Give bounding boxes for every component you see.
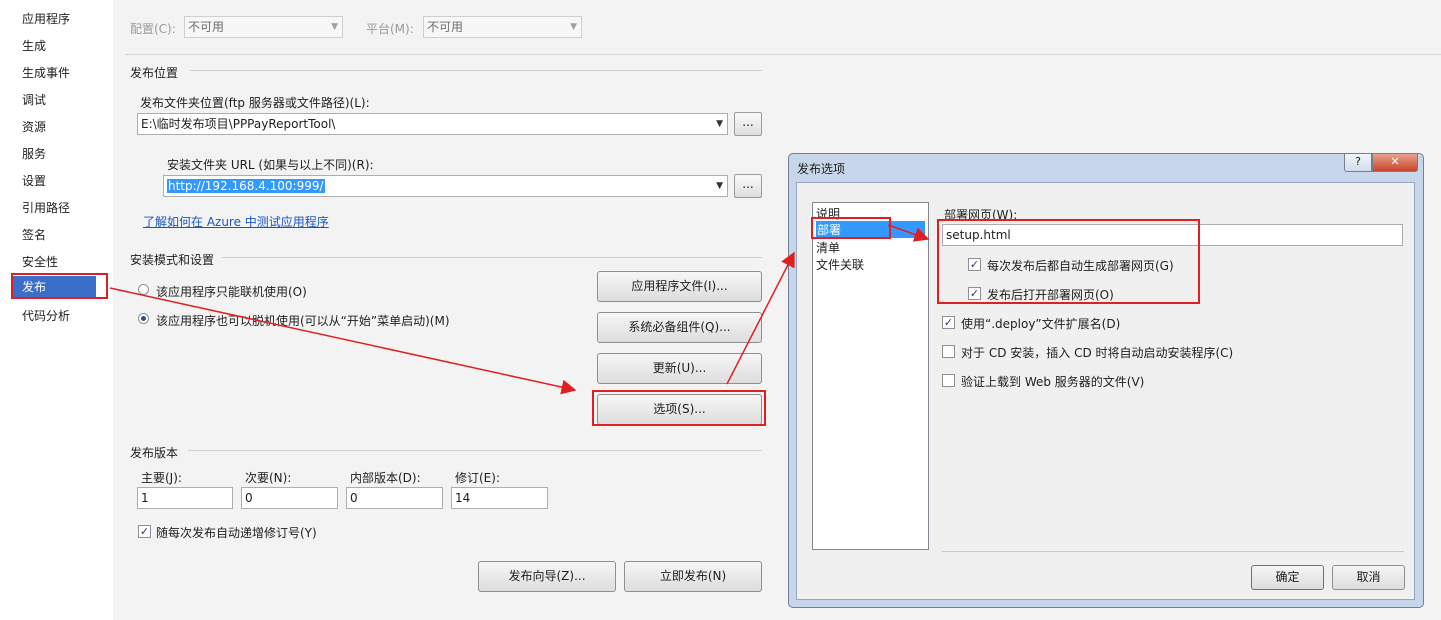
chevron-down-icon: ▼ [570,22,577,32]
online-only-label[interactable]: 该应用程序只能联机使用(O) [156,283,307,300]
left-nav: 应用程序 生成 生成事件 调试 资源 服务 设置 引用路径 签名 安全性 发布 … [0,0,113,620]
chevron-down-icon: ▼ [716,181,723,191]
list-item-manifests[interactable]: 清单 [816,239,840,256]
minor-label: 次要(N): [245,471,292,485]
minor-version-input[interactable]: 0 [241,487,338,509]
browse-folder-button[interactable]: ... [734,112,762,136]
platform-label: 平台(M): [366,22,414,36]
publish-version-title: 发布版本 [130,446,179,460]
updates-button[interactable]: 更新(U)... [597,353,762,384]
nav-item-application[interactable]: 应用程序 [22,10,70,27]
section-divider [222,257,762,258]
build-version-input[interactable]: 0 [346,487,443,509]
options-category-list[interactable]: 说明 部署 清单 文件关联 [812,202,929,550]
install-url-label: 安装文件夹 URL (如果与以上不同)(R): [167,158,374,172]
install-url-combo[interactable]: http://192.168.4.100:999/ ▼ [163,175,728,197]
platform-value: 不可用 [427,20,464,34]
application-files-button[interactable]: 应用程序文件(I)... [597,271,762,302]
annotation-box-options-button [592,390,766,426]
list-item-file-associations[interactable]: 文件关联 [816,256,864,273]
browse-url-button[interactable]: ... [734,174,762,198]
nav-item-security[interactable]: 安全性 [22,253,58,270]
verify-upload-checkbox[interactable] [942,374,955,387]
annotation-box-deploy-settings [937,219,1200,304]
revision-label: 修订(E): [455,471,500,485]
nav-item-debug[interactable]: 调试 [22,91,46,108]
auto-increment-label[interactable]: 随每次发布自动递增修订号(Y) [156,524,317,541]
major-label: 主要(J): [141,471,182,485]
nav-item-resources[interactable]: 资源 [22,118,46,135]
azure-test-link[interactable]: 了解如何在 Azure 中测试应用程序 [143,213,329,230]
publish-now-button[interactable]: 立即发布(N) [624,561,762,592]
cd-autorun-checkbox[interactable] [942,345,955,358]
verify-upload-label[interactable]: 验证上载到 Web 服务器的文件(V) [961,373,1144,390]
offline-available-radio[interactable] [138,313,149,324]
revision-version-input[interactable]: 14 [451,487,548,509]
nav-item-code-analysis[interactable]: 代码分析 [22,307,70,324]
publish-location-title: 发布位置 [130,66,179,80]
toolbar-divider [125,54,1441,55]
config-value: 不可用 [188,20,225,34]
cancel-button[interactable]: 取消 [1332,565,1405,590]
offline-available-label[interactable]: 该应用程序也可以脱机使用(可以从“开始”菜单启动)(M) [156,312,450,329]
major-version-input[interactable]: 1 [137,487,233,509]
dialog-body: 说明 部署 清单 文件关联 部署网页(W): setup.html ✓ 每次发布… [796,182,1415,600]
config-label: 配置(C): [130,22,176,36]
publish-wizard-button[interactable]: 发布向导(Z)... [478,561,616,592]
nav-item-reference-paths[interactable]: 引用路径 [22,199,70,216]
deploy-extension-checkbox[interactable]: ✓ [942,316,955,329]
publish-folder-combo[interactable]: E:\临时发布项目\PPPayReportTool\ ▼ [137,113,728,135]
install-mode-title: 安装模式和设置 [130,253,215,267]
publish-folder-label: 发布文件夹位置(ftp 服务器或文件路径)(L): [140,96,370,110]
nav-item-build[interactable]: 生成 [22,37,46,54]
online-only-radio[interactable] [138,284,149,295]
close-icon[interactable]: ✕ [1372,154,1418,172]
annotation-box-deployment-item [811,217,891,239]
help-icon[interactable]: ? [1344,154,1372,172]
chevron-down-icon: ▼ [331,22,338,32]
deploy-extension-label[interactable]: 使用“.deploy”文件扩展名(D) [961,315,1120,332]
section-divider [190,70,762,71]
publish-folder-value: E:\临时发布项目\PPPayReportTool\ [141,117,336,131]
section-divider [188,450,762,451]
platform-combo[interactable]: 不可用 ▼ [423,16,582,38]
nav-item-signing[interactable]: 签名 [22,226,46,243]
prerequisites-button[interactable]: 系统必备组件(Q)... [597,312,762,343]
install-url-value: http://192.168.4.100:999/ [167,179,325,193]
config-combo[interactable]: 不可用 ▼ [184,16,343,38]
nav-item-services[interactable]: 服务 [22,145,46,162]
chevron-down-icon: ▼ [716,119,723,129]
nav-item-build-events[interactable]: 生成事件 [22,64,70,81]
build-label: 内部版本(D): [350,471,421,485]
annotation-box-publish-nav [11,273,108,299]
dialog-title: 发布选项 [797,162,846,176]
cd-autorun-label[interactable]: 对于 CD 安装，插入 CD 时将自动启动安装程序(C) [961,344,1233,361]
publish-options-dialog: 发布选项 ? ✕ 说明 部署 清单 文件关联 部署网页(W): setup.ht… [788,153,1424,608]
auto-increment-checkbox[interactable]: ✓ [138,525,151,538]
ok-button[interactable]: 确定 [1251,565,1324,590]
dialog-divider [942,551,1404,552]
nav-item-settings[interactable]: 设置 [22,172,46,189]
